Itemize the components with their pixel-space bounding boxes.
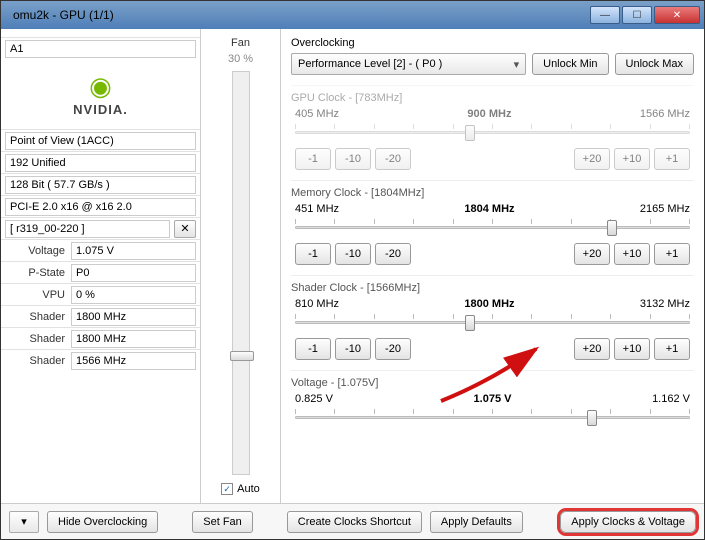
- shader-down1[interactable]: -1: [295, 338, 331, 360]
- gpu-clock-group: GPU Clock - [783MHz] 405 MHz900 MHz1566 …: [291, 85, 694, 180]
- info-bus: 128 Bit ( 57.7 GB/s ): [1, 173, 200, 195]
- gpu-up10: +10: [614, 148, 650, 170]
- gpu-down20: -20: [375, 148, 411, 170]
- info-vendor: Point of View (1ACC): [1, 129, 200, 151]
- mem-down20[interactable]: -20: [375, 243, 411, 265]
- gpu-clock-slider: [295, 122, 690, 142]
- brand-label: NVIDIA.: [73, 102, 128, 117]
- mem-up1[interactable]: +1: [654, 243, 690, 265]
- fan-panel: Fan 30 % ✓ Auto: [201, 29, 281, 503]
- window: omu2k - GPU (1/1) — ☐ ✕ A1 ◉ NVIDIA. Poi…: [0, 0, 705, 540]
- gpu-up1: +1: [654, 148, 690, 170]
- shader-up20[interactable]: +20: [574, 338, 610, 360]
- set-fan-button[interactable]: Set Fan: [192, 511, 253, 533]
- fan-auto-label: Auto: [237, 483, 260, 495]
- shader-down20[interactable]: -20: [375, 338, 411, 360]
- info-shaders: 192 Unified: [1, 151, 200, 173]
- info-shader3: Shader1566 MHz: [1, 349, 200, 371]
- unlock-min-button[interactable]: Unlock Min: [532, 53, 608, 75]
- mem-up20[interactable]: +20: [574, 243, 610, 265]
- shader-down10[interactable]: -10: [335, 338, 371, 360]
- minimize-button[interactable]: —: [590, 6, 620, 24]
- gpu-down10: -10: [335, 148, 371, 170]
- fan-percent: 30 %: [228, 53, 253, 65]
- memory-clock-group: Memory Clock - [1804MHz] 451 MHz1804 MHz…: [291, 180, 694, 275]
- info-a1: A1: [1, 37, 200, 59]
- info-pcie: PCI-E 2.0 x16 @ x16 2.0: [1, 195, 200, 217]
- perf-level-select[interactable]: Performance Level [2] - ( P0 ): [291, 53, 526, 75]
- footer: ▾ Hide Overclocking Set Fan Create Clock…: [1, 503, 704, 539]
- window-title: omu2k - GPU (1/1): [5, 8, 588, 22]
- info-pstate: P-StateP0: [1, 261, 200, 283]
- memory-clock-thumb[interactable]: [607, 220, 617, 236]
- footer-dropdown[interactable]: ▾: [9, 511, 39, 533]
- overclock-header: Overclocking: [291, 37, 694, 49]
- gpu-logo: ◉ NVIDIA.: [1, 59, 200, 129]
- fan-slider[interactable]: [232, 71, 250, 475]
- gpu-clock-title: GPU Clock - [783MHz]: [291, 92, 694, 104]
- create-shortcut-button[interactable]: Create Clocks Shortcut: [287, 511, 422, 533]
- nvidia-eye-icon: ◉: [89, 71, 112, 102]
- fan-auto-checkbox[interactable]: ✓ Auto: [221, 483, 260, 495]
- shader-clock-slider[interactable]: [295, 312, 690, 332]
- info-shader2: Shader1800 MHz: [1, 327, 200, 349]
- body: A1 ◉ NVIDIA. Point of View (1ACC) 192 Un…: [1, 29, 704, 503]
- voltage-title: Voltage - [1.075V]: [291, 377, 694, 389]
- mem-up10[interactable]: +10: [614, 243, 650, 265]
- gpu-up20: +20: [574, 148, 610, 170]
- voltage-group: Voltage - [1.075V] 0.825 V1.075 V1.162 V: [291, 370, 694, 443]
- voltage-slider[interactable]: [295, 407, 690, 427]
- shader-up1[interactable]: +1: [654, 338, 690, 360]
- info-shader1: Shader1800 MHz: [1, 305, 200, 327]
- voltage-thumb[interactable]: [587, 410, 597, 426]
- info-vpu: VPU0 %: [1, 283, 200, 305]
- shader-up10[interactable]: +10: [614, 338, 650, 360]
- close-button[interactable]: ✕: [654, 6, 700, 24]
- shader-clock-title: Shader Clock - [1566MHz]: [291, 282, 694, 294]
- titlebar[interactable]: omu2k - GPU (1/1) — ☐ ✕: [1, 1, 704, 29]
- info-panel: A1 ◉ NVIDIA. Point of View (1ACC) 192 Un…: [1, 29, 201, 503]
- mem-down10[interactable]: -10: [335, 243, 371, 265]
- memory-clock-slider[interactable]: [295, 217, 690, 237]
- gpu-clock-thumb: [465, 125, 475, 141]
- info-driver: [ r319_00-220 ] ✕: [1, 217, 200, 239]
- shader-clock-thumb[interactable]: [465, 315, 475, 331]
- memory-clock-title: Memory Clock - [1804MHz]: [291, 187, 694, 199]
- apply-defaults-button[interactable]: Apply Defaults: [430, 511, 523, 533]
- mem-down1[interactable]: -1: [295, 243, 331, 265]
- unlock-max-button[interactable]: Unlock Max: [615, 53, 694, 75]
- info-voltage: Voltage1.075 V: [1, 239, 200, 261]
- driver-tool-button[interactable]: ✕: [174, 220, 196, 238]
- wrench-icon: ✕: [180, 222, 189, 235]
- gpu-down1: -1: [295, 148, 331, 170]
- maximize-button[interactable]: ☐: [622, 6, 652, 24]
- apply-clocks-voltage-button[interactable]: Apply Clocks & Voltage: [560, 511, 696, 533]
- shader-clock-group: Shader Clock - [1566MHz] 810 MHz1800 MHz…: [291, 275, 694, 370]
- overclock-panel: Overclocking Performance Level [2] - ( P…: [281, 29, 704, 503]
- fan-header: Fan: [231, 37, 250, 49]
- hide-overclocking-button[interactable]: Hide Overclocking: [47, 511, 158, 533]
- fan-slider-thumb[interactable]: [230, 351, 254, 361]
- checkbox-icon: ✓: [221, 483, 233, 495]
